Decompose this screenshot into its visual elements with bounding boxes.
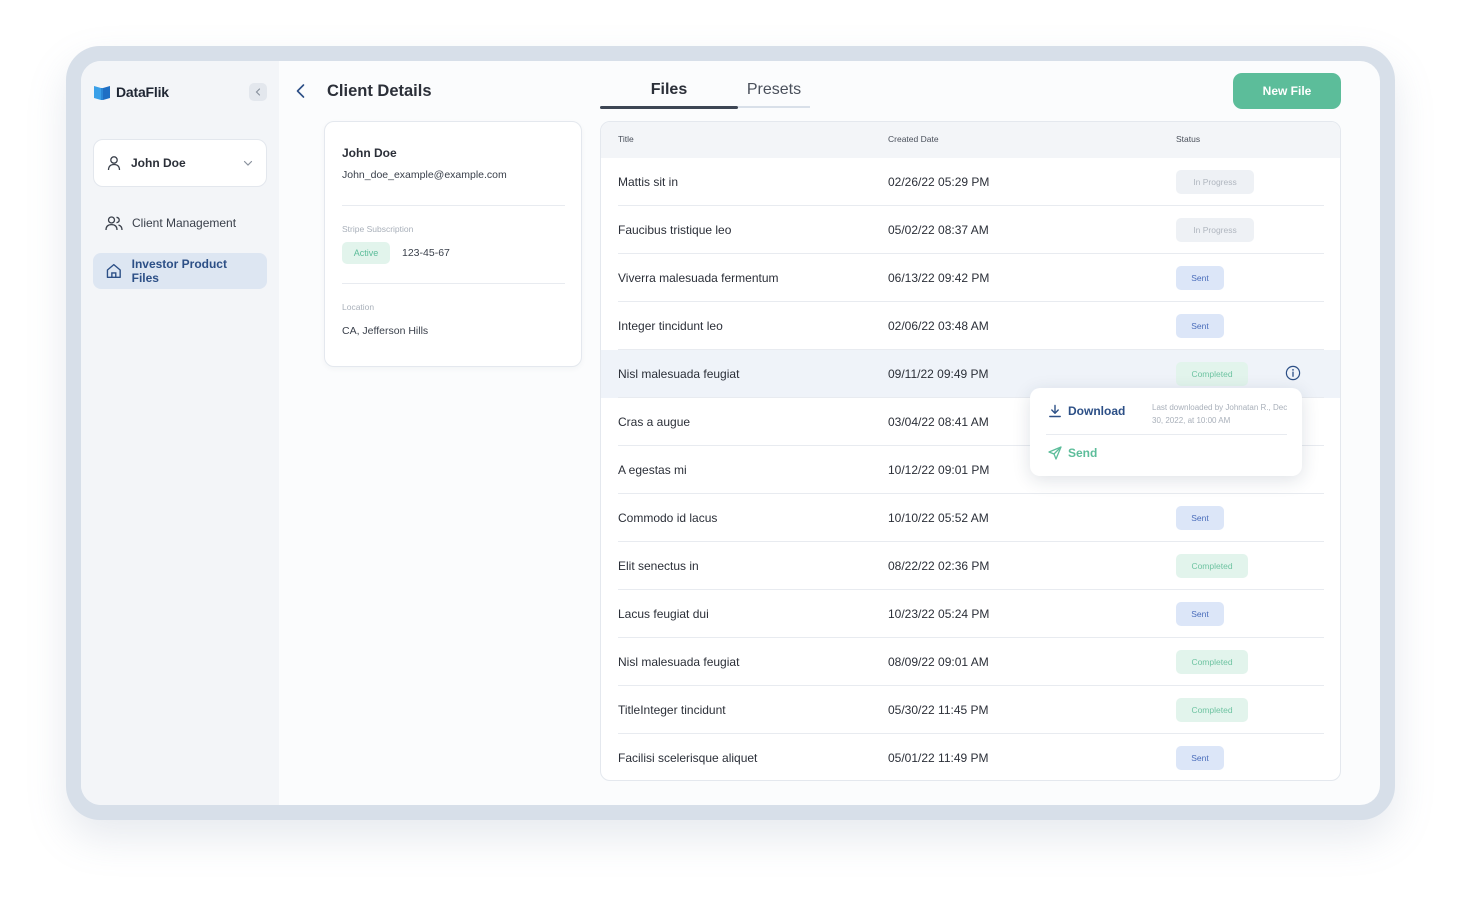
location-label: Location <box>342 302 375 312</box>
table-header: Title Created Date Status <box>601 122 1340 158</box>
collapse-sidebar-button[interactable] <box>249 83 267 101</box>
status-badge: Sent <box>1176 266 1224 290</box>
status-badge: Sent <box>1176 602 1224 626</box>
file-title: A egestas mi <box>618 463 687 477</box>
table-row[interactable]: Commodo id lacus 10/10/22 05:52 AM Sent <box>601 494 1340 542</box>
user-name: John Doe <box>131 156 186 170</box>
created-date: 05/01/22 11:49 PM <box>888 751 989 765</box>
file-title: TitleInteger tincidunt <box>618 703 726 717</box>
table-row[interactable]: Integer tincidunt leo 02/06/22 03:48 AM Se… <box>601 302 1340 350</box>
app-window: DataFlik John Doe Client Management Inve… <box>81 61 1380 805</box>
created-date: 05/02/22 08:37 AM <box>888 223 989 237</box>
status-badge: Sent <box>1176 506 1224 530</box>
created-date: 08/09/22 09:01 AM <box>888 655 989 669</box>
file-title: Commodo id lacus <box>618 511 718 525</box>
tab-files[interactable]: Files <box>600 81 738 99</box>
new-file-button[interactable]: New File <box>1233 73 1341 109</box>
sidebar-item-label: Client Management <box>132 216 237 230</box>
table-row[interactable]: TitleInteger tincidunt 05/30/22 11:45 PM C… <box>601 686 1340 734</box>
column-header-created-date[interactable]: Created Date <box>888 134 939 144</box>
status-badge: Completed <box>1176 554 1248 578</box>
created-date: 03/04/22 08:41 AM <box>888 415 989 429</box>
download-label: Download <box>1068 404 1126 418</box>
created-date: 02/26/22 05:29 PM <box>888 175 990 189</box>
created-date: 09/11/22 09:49 PM <box>888 367 989 381</box>
table-row[interactable]: Nisl malesuada feugiat 08/09/22 09:01 AM C… <box>601 638 1340 686</box>
send-menu-item[interactable]: Send <box>1048 446 1097 460</box>
table-row[interactable]: Viverra malesuada fermentum 06/13/22 09:4… <box>601 254 1340 302</box>
table-row[interactable]: Facilisi scelerisque aliquet 05/01/22 11:… <box>601 734 1340 780</box>
file-title: Nisl malesuada feugiat <box>618 655 740 669</box>
status-badge: Sent <box>1176 314 1224 338</box>
file-title: Mattis sit in <box>618 175 679 189</box>
download-menu-item[interactable]: Download <box>1048 404 1125 418</box>
app-name: DataFlik <box>116 84 169 100</box>
logo: DataFlik <box>93 83 169 101</box>
file-title: Lacus feugiat dui <box>618 607 709 621</box>
sidebar-item-label: Investor Product Files <box>131 257 227 285</box>
send-icon <box>1048 446 1062 460</box>
back-arrow-icon[interactable] <box>293 82 309 100</box>
status-badge: Completed <box>1176 698 1248 722</box>
chevron-down-icon <box>243 160 253 166</box>
status-badge: In Progress <box>1176 218 1254 242</box>
subscription-label: Stripe Subscription <box>342 224 414 234</box>
column-header-status[interactable]: Status <box>1176 134 1200 144</box>
created-date: 05/30/22 11:45 PM <box>888 703 989 717</box>
subscription-status-badge: Active <box>342 242 390 264</box>
divider <box>1046 434 1287 435</box>
status-badge: In Progress <box>1176 170 1254 194</box>
created-date: 10/23/22 05:24 PM <box>888 607 990 621</box>
tab-presets[interactable]: Presets <box>738 81 810 99</box>
status-badge: Completed <box>1176 650 1248 674</box>
info-icon[interactable] <box>1285 365 1301 381</box>
client-name: John Doe <box>342 146 397 160</box>
subscription-id: 123-45-67 <box>402 247 450 259</box>
home-icon <box>106 263 121 279</box>
created-date: 08/22/22 02:36 PM <box>888 559 990 573</box>
client-location: CA, Jefferson Hills <box>342 325 429 337</box>
divider <box>342 283 565 284</box>
page-title: Client Details <box>327 82 432 100</box>
table-row[interactable]: Elit senectus in 08/22/22 02:36 PM Complet… <box>601 542 1340 590</box>
users-icon <box>105 216 123 231</box>
download-icon <box>1049 404 1061 418</box>
table-row[interactable]: Lacus feugiat dui 10/23/22 05:24 PM Sent <box>601 590 1340 638</box>
sidebar: DataFlik John Doe Client Management Inve… <box>81 61 279 805</box>
sidebar-item-investor-product-files[interactable]: Investor Product Files <box>93 253 267 289</box>
file-title: Viverra malesuada fermentum <box>618 271 779 285</box>
file-title: Cras a augue <box>618 415 691 429</box>
divider <box>342 205 565 206</box>
status-badge: Completed <box>1176 362 1248 386</box>
created-date: 10/10/22 05:52 AM <box>888 511 989 525</box>
file-title: Integer tincidunt leo <box>618 319 723 333</box>
sidebar-item-client-management[interactable]: Client Management <box>93 205 267 241</box>
file-actions-popup: Download Last downloaded by Johnatan R.,… <box>1030 388 1302 476</box>
chevron-left-icon <box>255 88 261 96</box>
logo-icon <box>94 86 110 100</box>
user-select[interactable]: John Doe <box>93 139 267 187</box>
file-title: Elit senectus in <box>618 559 699 573</box>
table-row[interactable]: Mattis sit in 02/26/22 05:29 PM In Progres… <box>601 158 1340 206</box>
table-row[interactable]: Faucibus tristique leo 05/02/22 08:37 AM I… <box>601 206 1340 254</box>
send-label: Send <box>1068 446 1098 460</box>
column-header-title[interactable]: Title <box>618 134 634 144</box>
file-title: Faucibus tristique leo <box>618 223 732 237</box>
created-date: 06/13/22 09:42 PM <box>888 271 990 285</box>
file-title: Nisl malesuada feugiat <box>618 367 740 381</box>
created-date: 10/12/22 09:01 PM <box>888 463 990 477</box>
client-card: John Doe John_doe_example@example.com St… <box>324 121 582 367</box>
file-title: Facilisi scelerisque aliquet <box>618 751 758 765</box>
last-downloaded-note: Last downloaded by Johnatan R., Dec 30, … <box>1152 403 1288 425</box>
status-badge: Sent <box>1176 746 1224 770</box>
user-icon <box>107 156 121 171</box>
created-date: 02/06/22 03:48 AM <box>888 319 989 333</box>
client-email: John_doe_example@example.com <box>342 169 507 181</box>
tab-underline <box>738 106 810 108</box>
tab-active-indicator <box>600 106 738 109</box>
